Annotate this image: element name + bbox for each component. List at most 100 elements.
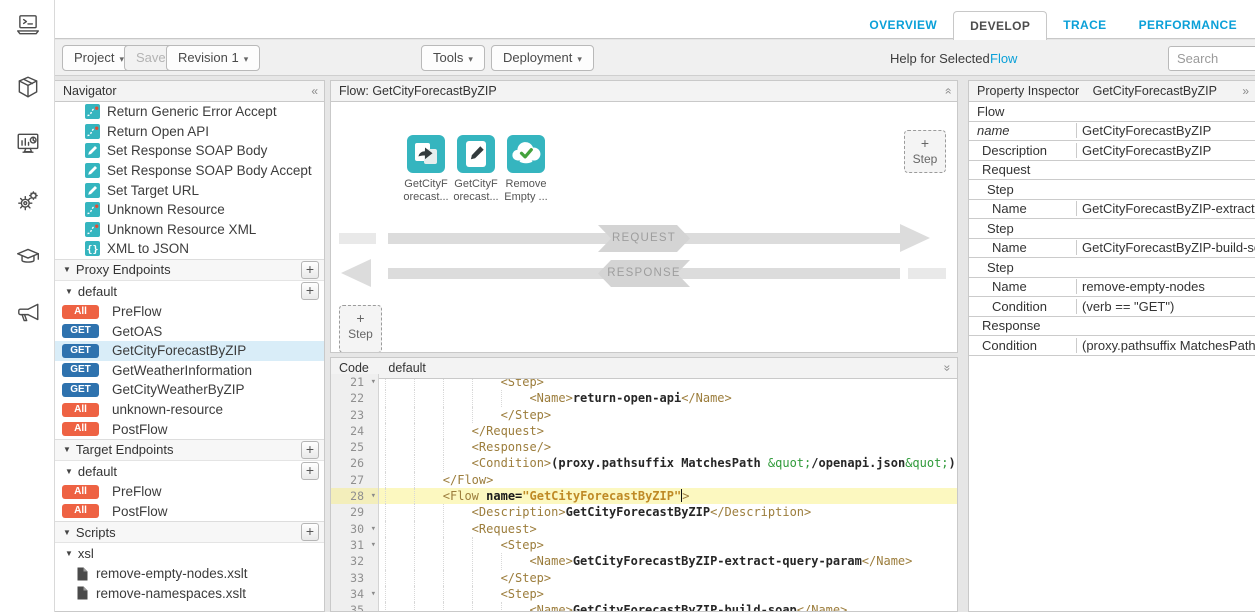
code-line-content[interactable]: <Name>return-open-api</Name> bbox=[379, 390, 957, 406]
caret-down-icon[interactable]: ▼ bbox=[63, 265, 71, 274]
navigator-section-scripts[interactable]: ▼Scripts+ bbox=[55, 521, 324, 543]
inspector-row-name: NameGetCityForecastByZIP-extract-query-p… bbox=[969, 200, 1255, 220]
fold-toggle-icon[interactable]: ▾ bbox=[371, 374, 376, 390]
code-editor[interactable]: 21▾<Step>22<Name>return-open-api</Name>2… bbox=[331, 374, 957, 612]
indent-guide bbox=[472, 570, 501, 586]
token-tag: <Step> bbox=[501, 587, 544, 601]
code-line-content[interactable]: <Response/> bbox=[379, 439, 957, 455]
rail-button-4[interactable] bbox=[15, 188, 41, 214]
tab-performance[interactable]: PERFORMANCE bbox=[1123, 11, 1253, 39]
fold-toggle-icon[interactable]: ▾ bbox=[371, 521, 376, 537]
property-value[interactable]: GetCityForecastByZIP-build-soap bbox=[1076, 240, 1255, 255]
navigator-item-unknown-resource-xml[interactable]: Unknown Resource XML bbox=[55, 220, 324, 240]
caret-down-icon[interactable]: ▼ bbox=[63, 528, 71, 537]
property-value[interactable]: GetCityForecastByZIP bbox=[1076, 143, 1255, 158]
add-step-button-response[interactable]: + Step bbox=[339, 305, 382, 353]
code-line-content[interactable]: </Step> bbox=[379, 407, 957, 423]
add-button[interactable]: + bbox=[301, 282, 319, 300]
code-line-content[interactable]: </Step> bbox=[379, 570, 957, 586]
line-number: 24 bbox=[331, 423, 379, 439]
collapse-left-icon[interactable]: « bbox=[311, 81, 318, 101]
add-button[interactable]: + bbox=[301, 523, 319, 541]
token-tag: <Request> bbox=[472, 522, 537, 536]
flow-canvas[interactable]: + Step REQUEST RESPONSE + Step GetCityF … bbox=[331, 102, 957, 353]
property-value[interactable]: (verb == "GET") bbox=[1076, 299, 1255, 314]
add-button[interactable]: + bbox=[301, 462, 319, 480]
code-line-content[interactable]: <Step> bbox=[379, 586, 957, 602]
rail-button-3[interactable] bbox=[15, 130, 41, 156]
flow-policy-2[interactable]: GetCityF orecast... bbox=[450, 135, 502, 203]
rail-button-2[interactable] bbox=[15, 74, 41, 100]
collapse-up-icon[interactable]: » bbox=[938, 88, 958, 95]
navigator-section-target-endpoints[interactable]: ▼Target Endpoints+ bbox=[55, 439, 324, 461]
indent-guide bbox=[443, 570, 472, 586]
code-line-content[interactable]: </Flow> bbox=[379, 472, 957, 488]
caret-down-icon[interactable]: ▼ bbox=[65, 549, 73, 558]
navigator-item-remove-empty-nodes.xslt[interactable]: remove-empty-nodes.xslt bbox=[55, 564, 324, 584]
deployment-menu-button[interactable]: Deployment▾ bbox=[491, 45, 594, 71]
flow-policy-1[interactable]: GetCityF orecast... bbox=[400, 135, 452, 203]
revision-menu-button[interactable]: Revision 1▾ bbox=[166, 45, 260, 71]
property-value[interactable]: (proxy.pathsuffix MatchesPath "/c bbox=[1076, 338, 1255, 353]
code-line-content[interactable]: <Name>GetCityForecastByZIP-build-soap</N… bbox=[379, 602, 957, 612]
navigator-group-default[interactable]: ▼default+ bbox=[55, 281, 324, 302]
fold-toggle-icon[interactable]: ▾ bbox=[371, 537, 376, 553]
caret-down-icon[interactable]: ▼ bbox=[63, 445, 71, 454]
navigator-item-postflow[interactable]: AllPostFlow bbox=[55, 502, 324, 522]
tools-menu-button[interactable]: Tools▾ bbox=[421, 45, 485, 71]
rail-button-1[interactable] bbox=[15, 12, 41, 38]
navigator-item-set-response-soap-body[interactable]: Set Response SOAP Body bbox=[55, 141, 324, 161]
indent-guide bbox=[414, 488, 443, 504]
search-input[interactable] bbox=[1168, 46, 1255, 71]
code-line-content[interactable]: <Condition>(proxy.pathsuffix MatchesPath… bbox=[379, 455, 957, 471]
navigator-item-getcityforecastbyzip[interactable]: GETGetCityForecastByZIP bbox=[55, 341, 324, 361]
navigator-item-remove-namespaces.xslt[interactable]: remove-namespaces.xslt bbox=[55, 584, 324, 604]
caret-down-icon[interactable]: ▼ bbox=[65, 467, 73, 476]
rail-button-6[interactable] bbox=[15, 300, 41, 326]
code-line-content[interactable]: <Request> bbox=[379, 521, 957, 537]
help-flow-link[interactable]: Flow bbox=[990, 51, 1017, 66]
flow-policy-3[interactable]: Remove Empty ... bbox=[500, 135, 552, 203]
rail-button-5[interactable] bbox=[15, 244, 41, 270]
code-line-content[interactable]: </Request> bbox=[379, 423, 957, 439]
navigator-item-return-generic-error-accept[interactable]: Return Generic Error Accept bbox=[55, 102, 324, 122]
navigator-group-xsl[interactable]: ▼xsl bbox=[55, 543, 324, 564]
code-target-name[interactable]: default bbox=[388, 361, 426, 375]
tab-trace[interactable]: TRACE bbox=[1047, 11, 1122, 39]
navigator-section-proxy-endpoints[interactable]: ▼Proxy Endpoints+ bbox=[55, 259, 324, 281]
add-button[interactable]: + bbox=[301, 441, 319, 459]
line-number: 35 bbox=[331, 602, 379, 612]
fold-toggle-icon[interactable]: ▾ bbox=[371, 488, 376, 504]
property-value[interactable]: GetCityForecastByZIP-extract-query-param bbox=[1076, 201, 1255, 216]
item-label: Set Response SOAP Body bbox=[107, 143, 267, 158]
property-value[interactable]: remove-empty-nodes bbox=[1076, 279, 1255, 294]
navigator-item-getcityweatherbyzip[interactable]: GETGetCityWeatherByZIP bbox=[55, 380, 324, 400]
caret-down-icon[interactable]: ▼ bbox=[65, 287, 73, 296]
navigator-item-getoas[interactable]: GETGetOAS bbox=[55, 321, 324, 341]
add-button[interactable]: + bbox=[301, 261, 319, 279]
property-value[interactable]: GetCityForecastByZIP bbox=[1076, 123, 1255, 138]
navigator-item-xml-to-json[interactable]: {}XML to JSON bbox=[55, 239, 324, 259]
item-label: GetCityForecastByZIP bbox=[112, 343, 246, 358]
navigator-item-unknown-resource[interactable]: Allunknown-resource bbox=[55, 400, 324, 420]
collapse-down-icon[interactable]: » bbox=[938, 365, 958, 372]
navigator-item-getweatherinformation[interactable]: GETGetWeatherInformation bbox=[55, 361, 324, 381]
navigator-item-set-target-url[interactable]: Set Target URL bbox=[55, 180, 324, 200]
code-line-content[interactable]: <Description>GetCityForecastByZIP</Descr… bbox=[379, 504, 957, 520]
navigator-item-return-open-api[interactable]: Return Open API bbox=[55, 122, 324, 142]
code-line-content[interactable]: <Step> bbox=[379, 537, 957, 553]
navigator-group-default[interactable]: ▼default+ bbox=[55, 461, 324, 482]
navigator-item-set-response-soap-body-accept[interactable]: Set Response SOAP Body Accept bbox=[55, 161, 324, 181]
code-line-content[interactable]: <Name>GetCityForecastByZIP-extract-query… bbox=[379, 553, 957, 569]
code-line-content[interactable]: <Flow name="GetCityForecastByZIP"> bbox=[379, 488, 957, 504]
tab-overview[interactable]: OVERVIEW bbox=[853, 11, 953, 39]
add-step-button-request[interactable]: + Step bbox=[904, 130, 946, 173]
navigator-item-preflow[interactable]: AllPreFlow bbox=[55, 482, 324, 502]
tab-develop[interactable]: DEVELOP bbox=[953, 11, 1047, 40]
navigator-item-unknown-resource[interactable]: Unknown Resource bbox=[55, 200, 324, 220]
navigator-item-preflow[interactable]: AllPreFlow bbox=[55, 302, 324, 322]
indent-guide bbox=[385, 407, 414, 423]
navigator-item-postflow[interactable]: AllPostFlow bbox=[55, 419, 324, 439]
collapse-right-icon[interactable]: » bbox=[1242, 81, 1249, 101]
fold-toggle-icon[interactable]: ▾ bbox=[371, 586, 376, 602]
